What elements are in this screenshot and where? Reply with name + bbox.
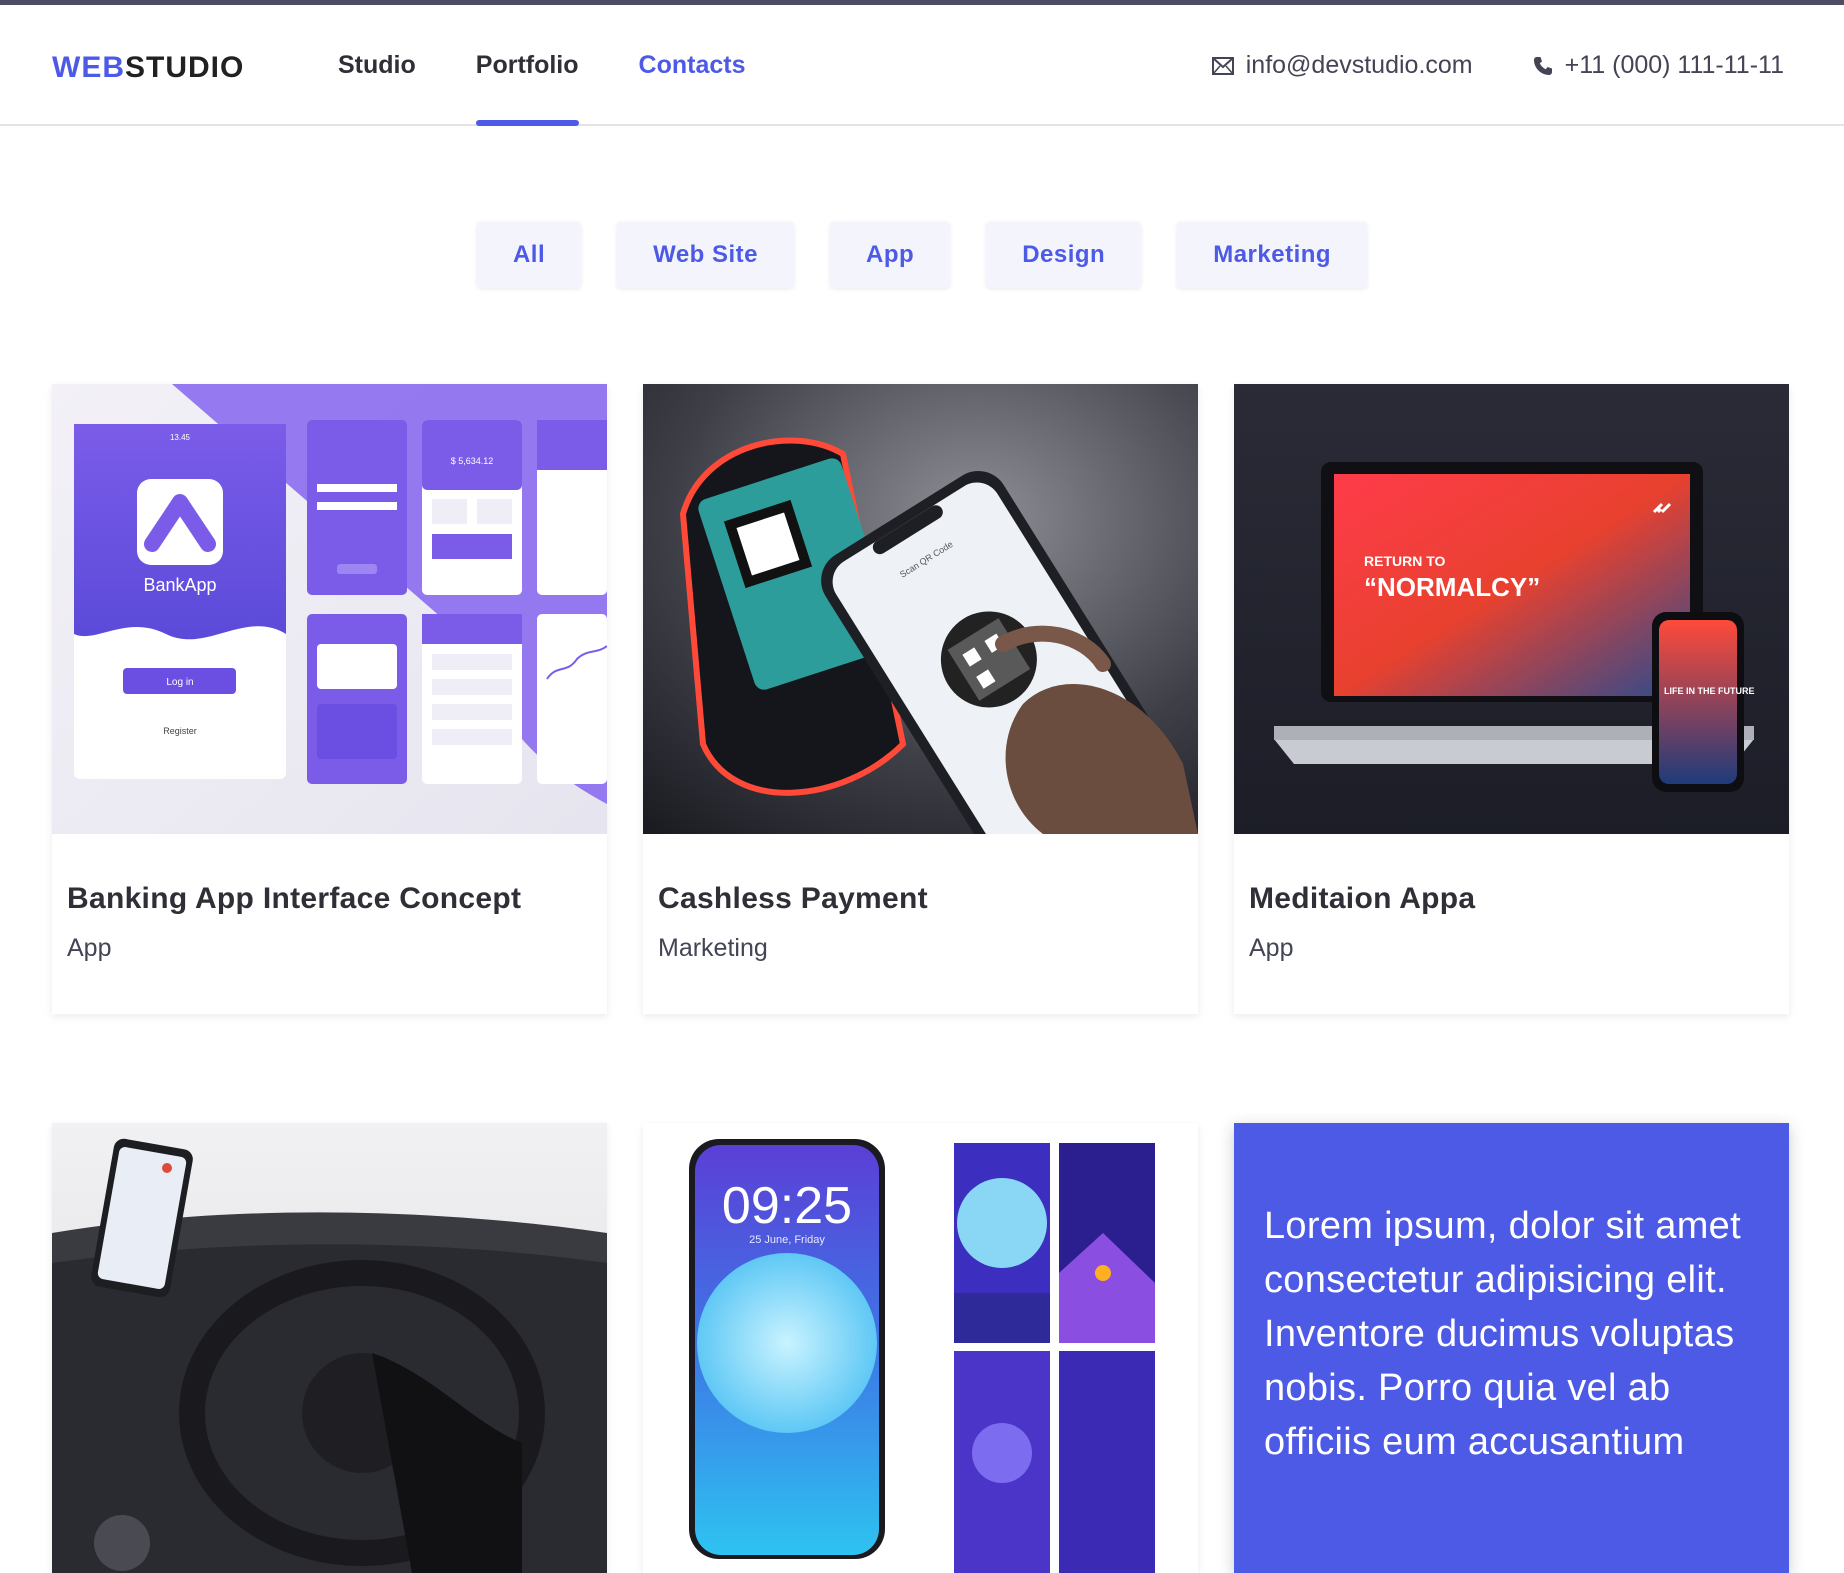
- moon-phone-wallpapers: 09:25 25 June, Friday: [643, 1123, 1198, 1573]
- nav-studio[interactable]: Studio: [338, 5, 416, 126]
- filter-design[interactable]: Design: [986, 222, 1142, 288]
- register-label: Register: [163, 726, 197, 736]
- life-label: LIFE IN THE FUTURE: [1664, 686, 1755, 696]
- filter-marketing[interactable]: Marketing: [1177, 222, 1368, 288]
- phone-link[interactable]: +11 (000) 111-11-11: [1533, 51, 1784, 80]
- portfolio-card[interactable]: RETURN TO “NORMALCY” LIFE IN THE FUTURE …: [1234, 384, 1789, 1014]
- filter-app[interactable]: App: [830, 222, 951, 288]
- filter-web-site[interactable]: Web Site: [617, 222, 795, 288]
- nav-contacts[interactable]: Contacts: [639, 5, 746, 126]
- card-category: App: [67, 934, 112, 962]
- card-overlay: Lorem ipsum, dolor sit amet consectetur …: [1234, 1123, 1789, 1573]
- card-category: App: [1249, 934, 1294, 962]
- normalcy-label: “NORMALCY”: [1364, 572, 1540, 602]
- envelope-icon: [1211, 56, 1234, 75]
- banking-app-image: 13.45 BankApp Log in Register $ 5,634.12: [52, 384, 607, 834]
- email-text: info@devstudio.com: [1245, 51, 1473, 79]
- return-to-label: RETURN TO: [1364, 553, 1446, 569]
- portfolio-filters: All Web Site App Design Marketing: [0, 222, 1844, 288]
- phone-icon: [1533, 56, 1552, 75]
- header-contacts: info@devstudio.com +11 (000) 111-11-11: [1152, 5, 1784, 126]
- overlay-description: Lorem ipsum, dolor sit amet consectetur …: [1234, 1123, 1789, 1573]
- phone-text: +11 (000) 111-11-11: [1564, 51, 1784, 79]
- car-dashboard-image: [52, 1123, 607, 1573]
- logo[interactable]: WEBSTUDIO: [52, 51, 244, 85]
- laptop-phone-mockup: RETURN TO “NORMALCY” LIFE IN THE FUTURE: [1234, 384, 1789, 834]
- email-link[interactable]: info@devstudio.com: [1211, 51, 1473, 80]
- cashless-payment-image: Scan QR Code: [643, 384, 1198, 834]
- portfolio-card[interactable]: Scan QR Code Cashless Payment Marketing: [643, 384, 1198, 1014]
- filter-all[interactable]: All: [476, 222, 582, 288]
- portfolio-card[interactable]: 09:25 25 June, Friday: [643, 1123, 1198, 1573]
- banking-app-mockup: 13.45 BankApp Log in Register $ 5,634.12: [52, 384, 607, 834]
- portfolio-card[interactable]: Lorem ipsum, dolor sit amet consectetur …: [1234, 1123, 1789, 1573]
- moon-wallpapers-image: 09:25 25 June, Friday: [643, 1123, 1198, 1573]
- qr-phone-payment: Scan QR Code: [643, 384, 1198, 834]
- card-title: Meditaion Appa: [1249, 882, 1476, 915]
- balance-label: $ 5,634.12: [451, 456, 494, 466]
- site-header: WEBSTUDIO Studio Portfolio Contacts info…: [0, 5, 1844, 126]
- bank-app-name: BankApp: [143, 575, 216, 595]
- card-category: Marketing: [658, 934, 768, 962]
- portfolio-card[interactable]: 13.45 BankApp Log in Register $ 5,634.12: [52, 384, 607, 1014]
- card-title: Cashless Payment: [658, 882, 928, 915]
- login-label: Log in: [166, 677, 193, 688]
- card-title: Banking App Interface Concept: [67, 882, 522, 915]
- phone-clock: 09:25: [722, 1177, 852, 1235]
- meditation-app-image: RETURN TO “NORMALCY” LIFE IN THE FUTURE: [1234, 384, 1789, 834]
- status-time: 13.45: [170, 433, 191, 442]
- nav-portfolio[interactable]: Portfolio: [475, 5, 579, 126]
- main-nav: Studio Portfolio Contacts: [338, 5, 806, 126]
- portfolio-card[interactable]: [52, 1123, 607, 1573]
- car-dashboard-phone: [52, 1123, 607, 1573]
- phone-date: 25 June, Friday: [749, 1234, 825, 1246]
